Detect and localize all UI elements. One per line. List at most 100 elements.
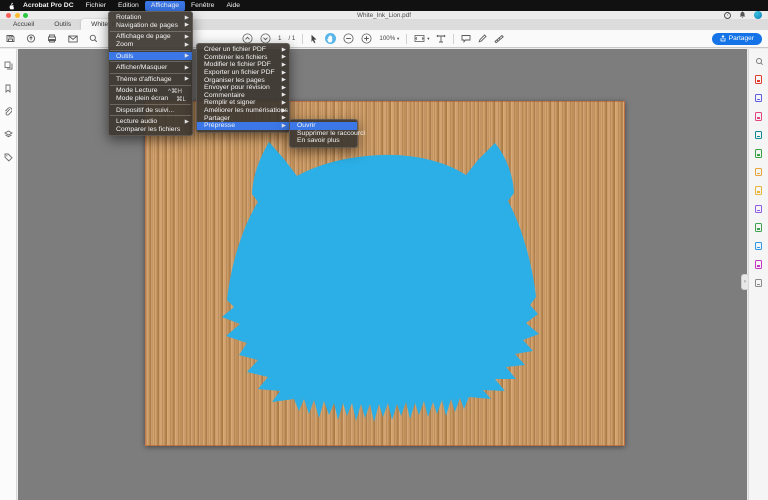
- menu-separator: [110, 50, 191, 51]
- menu-item[interactable]: Commentaire ▶: [197, 92, 289, 100]
- app-menu-acrobat[interactable]: Acrobat Pro DC: [17, 1, 80, 11]
- send-review-icon[interactable]: [754, 241, 764, 251]
- bookmarks-icon[interactable]: [4, 84, 12, 93]
- pencil-icon[interactable]: [478, 34, 487, 43]
- submenu-arrow-icon: ▶: [282, 115, 286, 121]
- navigation-pane-rail: [0, 49, 17, 500]
- zoom-level-dropdown[interactable]: 100% ▾: [379, 35, 399, 42]
- menu-fenetre[interactable]: Fenêtre: [185, 1, 220, 11]
- menu-item[interactable]: Prépresse ▶: [197, 122, 289, 130]
- comment-bubble-icon[interactable]: [461, 34, 471, 43]
- submenu-arrow-icon: ▶: [282, 77, 286, 83]
- prepresse-submenu: Ouvrir ▶ Supprimer le raccourci ▶ En sav…: [289, 119, 358, 148]
- apple-logo-icon[interactable]: [5, 2, 17, 10]
- tab-outils[interactable]: Outils: [44, 19, 81, 31]
- user-avatar[interactable]: [754, 11, 762, 19]
- menu-item[interactable]: Dispositif de suivi... ▶: [109, 106, 192, 114]
- share-button[interactable]: Partager: [712, 33, 762, 45]
- menu-item[interactable]: Navigation de pages ▶: [109, 22, 192, 30]
- menu-item[interactable]: Combiner les fichiers ▶: [197, 54, 289, 62]
- menu-item[interactable]: Rotation ▶: [109, 14, 192, 22]
- zoom-in-button[interactable]: [361, 33, 372, 44]
- submenu-arrow-icon: ▶: [185, 34, 189, 40]
- menu-item[interactable]: Ouvrir ▶: [290, 122, 357, 130]
- attachments-icon[interactable]: [4, 107, 12, 116]
- tab-accueil[interactable]: Accueil: [3, 19, 44, 31]
- print-production-icon[interactable]: [754, 223, 764, 233]
- search-tool-icon[interactable]: [754, 56, 764, 66]
- fill-sign-icon[interactable]: [754, 204, 764, 214]
- collapse-tools-pane-button[interactable]: ‹: [741, 274, 748, 290]
- submenu-arrow-icon: ▶: [282, 54, 286, 60]
- submenu-arrow-icon: ▶: [185, 119, 189, 125]
- menu-separator: [110, 85, 191, 86]
- affichage-dropdown-menu: Rotation ▶ Navigation de pages ▶ Afficha…: [108, 11, 193, 136]
- zoom-out-button[interactable]: [343, 33, 354, 44]
- menu-item[interactable]: Comparer les fichiers ▶: [109, 126, 192, 134]
- outils-submenu: Créer un fichier PDF ▶ Combiner les fich…: [196, 43, 290, 133]
- combine-files-icon[interactable]: [754, 149, 764, 159]
- measure-icon[interactable]: [494, 34, 504, 43]
- notifications-bell-icon[interactable]: [739, 11, 746, 19]
- menu-separator: [110, 104, 191, 105]
- export-pdf-icon[interactable]: [754, 75, 764, 85]
- find-icon[interactable]: [89, 34, 98, 43]
- help-icon[interactable]: ?: [724, 12, 731, 19]
- menu-item[interactable]: Exporter un fichier PDF ▶: [197, 69, 289, 77]
- menu-item[interactable]: Améliorer les numérisations ▶: [197, 107, 289, 115]
- submenu-arrow-icon: ▶: [185, 42, 189, 48]
- fit-width-icon[interactable]: [436, 34, 446, 44]
- menu-item[interactable]: Thème d'affichage ▶: [109, 76, 192, 84]
- print-icon[interactable]: [47, 34, 57, 43]
- menu-item[interactable]: Afficher/Masquer ▶: [109, 64, 192, 72]
- enhance-scans-icon[interactable]: [754, 167, 764, 177]
- hand-tool-active[interactable]: [325, 33, 336, 44]
- menu-item[interactable]: Remplir et signer ▶: [197, 99, 289, 107]
- menu-item[interactable]: Créer un fichier PDF ▶: [197, 46, 289, 54]
- menu-item[interactable]: Organiser les pages ▶: [197, 76, 289, 84]
- menu-item[interactable]: Affichage de page ▶: [109, 33, 192, 41]
- menu-item[interactable]: Zoom ▶: [109, 41, 192, 49]
- submenu-arrow-icon: ▶: [185, 22, 189, 28]
- menu-affichage[interactable]: Affichage: [145, 1, 185, 11]
- menu-item[interactable]: Partager ▶: [197, 114, 289, 122]
- save-icon[interactable]: [6, 34, 15, 43]
- menu-fichier[interactable]: Fichier: [80, 1, 112, 11]
- macos-menu-bar: Acrobat Pro DCFichierEditionAffichageFen…: [0, 0, 768, 11]
- menu-item[interactable]: Supprimer le raccourci ▶: [290, 130, 357, 138]
- menu-item[interactable]: Modifier le fichier PDF ▶: [197, 61, 289, 69]
- email-icon[interactable]: [68, 35, 78, 43]
- pdf-page[interactable]: [145, 101, 625, 446]
- tags-icon[interactable]: [4, 153, 13, 162]
- submenu-arrow-icon: ▶: [185, 76, 189, 82]
- menu-item[interactable]: Mode plein écran ⌘L ▶: [109, 95, 192, 103]
- edit-pdf-icon[interactable]: [754, 93, 764, 103]
- menu-item[interactable]: Envoyer pour révision ▶: [197, 84, 289, 92]
- page-number-field[interactable]: 1: [278, 35, 281, 42]
- create-pdf-icon[interactable]: [754, 112, 764, 122]
- submenu-arrow-icon: ▶: [282, 85, 286, 91]
- menu-item[interactable]: En savoir plus ▶: [290, 137, 357, 145]
- menu-item[interactable]: Outils ▶: [109, 52, 192, 60]
- upload-cloud-icon[interactable]: [26, 34, 36, 43]
- menu-separator: [110, 61, 191, 62]
- menu-item[interactable]: Lecture audio ▶: [109, 118, 192, 126]
- fit-page-dropdown[interactable]: ▾: [414, 34, 429, 43]
- tools-pane-rail: [748, 49, 768, 500]
- submenu-arrow-icon: ▶: [185, 53, 189, 59]
- protect-icon[interactable]: [754, 260, 764, 270]
- submenu-arrow-icon: ▶: [282, 108, 286, 114]
- menu-aide[interactable]: Aide: [220, 1, 246, 11]
- comment-tool-icon[interactable]: [754, 186, 764, 196]
- organize-pages-icon[interactable]: [754, 130, 764, 140]
- submenu-arrow-icon: ▶: [282, 70, 286, 76]
- layers-icon[interactable]: [4, 130, 13, 139]
- submenu-arrow-icon: ▶: [282, 123, 286, 129]
- submenu-arrow-icon: ▶: [282, 100, 286, 106]
- menu-edition[interactable]: Edition: [112, 1, 145, 11]
- select-tool-icon[interactable]: [310, 34, 318, 44]
- submenu-arrow-icon: ▶: [185, 15, 189, 21]
- more-tools-icon[interactable]: [754, 278, 764, 288]
- submenu-arrow-icon: ▶: [282, 62, 286, 68]
- page-thumbnails-icon[interactable]: [4, 61, 13, 70]
